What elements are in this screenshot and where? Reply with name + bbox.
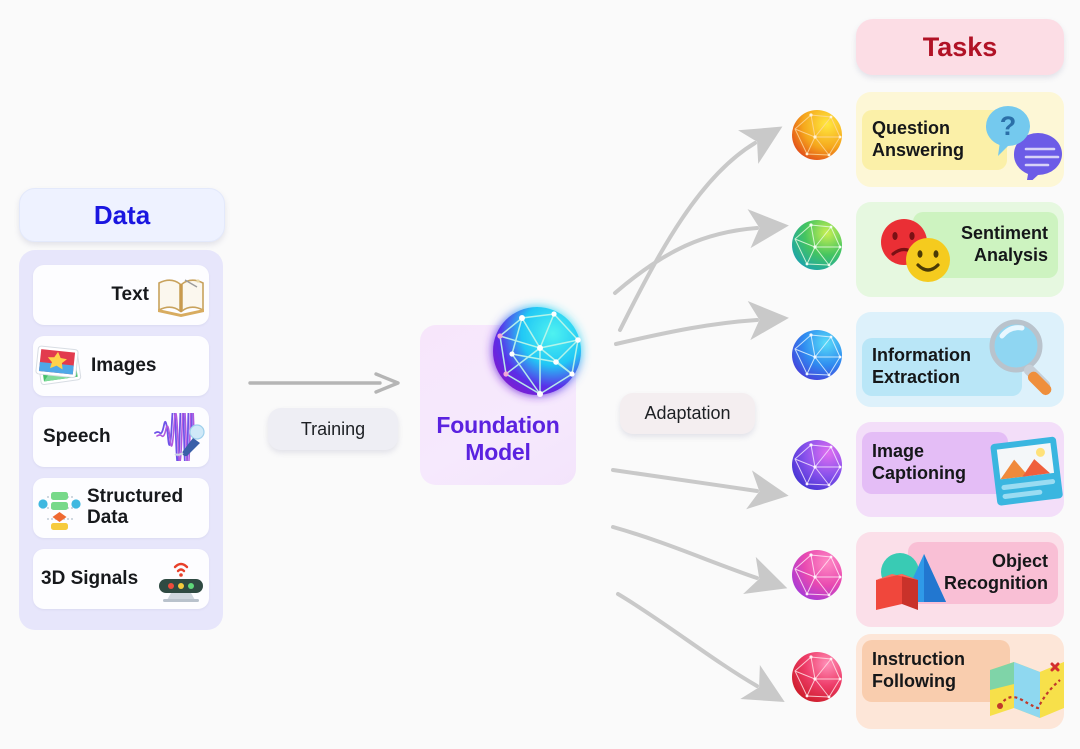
sphere-yellow-red [789, 107, 845, 163]
adaptation-label: Adaptation [620, 393, 755, 434]
open-book-icon [153, 271, 209, 319]
svg-text:?: ? [1000, 111, 1017, 141]
adaptation-label-text: Adaptation [644, 403, 731, 423]
foundation-model-line1: Foundation [436, 412, 560, 438]
sphere-cyan-blue [789, 327, 845, 383]
picture-card-icon [988, 436, 1068, 517]
task-card-information-extraction[interactable]: Information Extraction [856, 312, 1064, 407]
data-header-label: Data [93, 199, 151, 230]
data-item-label: Text [111, 283, 149, 305]
data-header: Data [19, 188, 225, 242]
sphere-pink-magenta [789, 547, 845, 603]
tasks-header: Tasks [856, 19, 1064, 75]
data-panel: Text Images Speech Structured Data 3D Si… [19, 250, 223, 630]
task-label: Information Extraction [872, 345, 971, 387]
training-arrow [248, 372, 400, 399]
data-item-label: Images [91, 354, 157, 376]
sphere-red-pink [789, 649, 845, 705]
task-label-plate: Image Captioning [862, 432, 1008, 494]
emoji-faces-icon [876, 216, 960, 293]
task-label: Sentiment Analysis [960, 223, 1048, 265]
data-item-structured-data[interactable]: Structured Data [33, 478, 209, 538]
microphone-wave-icon [153, 386, 209, 475]
task-label: Question Answering [872, 118, 965, 160]
data-item-text[interactable]: Text [33, 265, 209, 325]
data-item-speech[interactable]: Speech [33, 386, 209, 475]
speech-bubbles-icon: ? [980, 100, 1070, 186]
task-label: Image Captioning [872, 441, 966, 483]
data-item-images[interactable]: Images [33, 336, 209, 396]
photos-icon [33, 342, 89, 390]
tasks-header-label: Tasks [922, 31, 998, 62]
task-label: Instruction Following [872, 649, 965, 691]
sphere-green-teal [789, 217, 845, 273]
shapes-icon [868, 544, 960, 623]
training-label-text: Training [300, 418, 366, 439]
training-label: Training [268, 408, 398, 450]
data-item-label: Structured Data [87, 486, 184, 528]
network-sphere-icon [482, 296, 592, 406]
data-item-3d-signals[interactable]: 3D Signals [33, 549, 209, 609]
task-card-image-captioning[interactable]: Image Captioning [856, 422, 1064, 517]
task-card-sentiment-analysis[interactable]: Sentiment Analysis [856, 202, 1064, 297]
lidar-sensor-icon [153, 555, 209, 603]
magnifier-icon [982, 314, 1068, 405]
sphere-violet-magenta [789, 437, 845, 493]
map-route-icon [986, 654, 1068, 729]
task-card-object-recognition[interactable]: Object Recognition [856, 532, 1064, 627]
foundation-model-line2: Model [465, 439, 531, 466]
data-item-label: Speech [43, 425, 111, 447]
task-card-question-answering[interactable]: Question Answering ? [856, 92, 1064, 187]
task-card-instruction-following[interactable]: Instruction Following [856, 634, 1064, 729]
foundation-model-label: Foundation Model [420, 412, 576, 466]
data-item-label: 3D Signals [41, 567, 139, 589]
flowchart-icon [33, 484, 85, 532]
